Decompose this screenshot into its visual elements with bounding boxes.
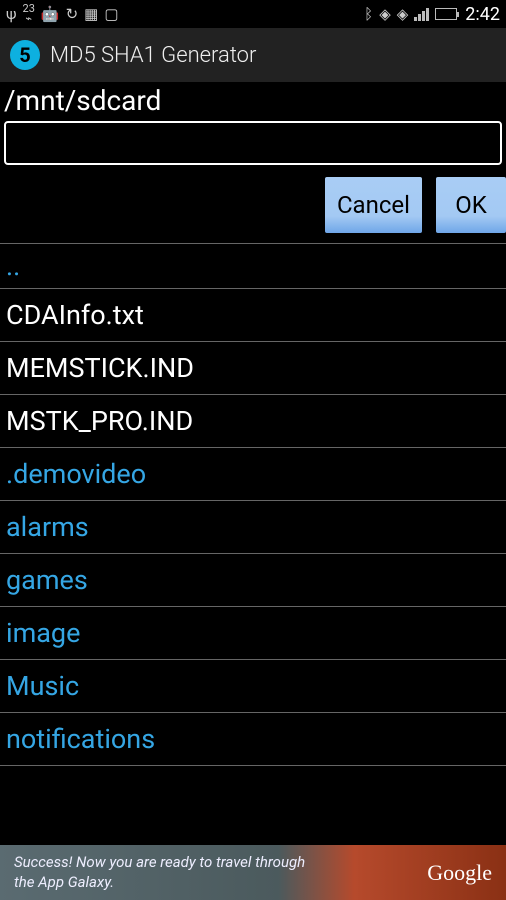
current-path: /mnt/sdcard — [0, 82, 506, 119]
dir-item[interactable]: alarms — [0, 501, 506, 554]
signal-icon — [414, 8, 429, 21]
file-item[interactable]: MEMSTICK.IND — [0, 342, 506, 395]
dir-item[interactable]: .demovideo — [0, 448, 506, 501]
cancel-button[interactable]: Cancel — [325, 177, 422, 233]
app-header: 5 MD5 SHA1 Generator — [0, 28, 506, 82]
ok-button[interactable]: OK — [436, 177, 506, 233]
bluetooth-icon: ᛒ — [364, 5, 373, 23]
file-item[interactable]: MSTK_PRO.IND — [0, 395, 506, 448]
battery-icon — [435, 8, 457, 20]
status-left: ψ 23⌁ 🤖 ↻ ▦ ▢ — [6, 4, 119, 24]
usb-icon: ψ — [6, 5, 17, 23]
ad-text: Success! Now you are ready to travel thr… — [14, 853, 314, 892]
android-icon: 🤖 — [41, 5, 60, 23]
status-bar: ψ 23⌁ 🤖 ↻ ▦ ▢ ᛒ ◈ ◈ 2:42 — [0, 0, 506, 28]
image-icon: ▢ — [104, 5, 118, 23]
wifi-icon: ◈ — [397, 5, 409, 23]
app-icon: 5 — [10, 40, 40, 70]
dir-item[interactable]: Music — [0, 660, 506, 713]
dir-item[interactable]: image — [0, 607, 506, 660]
input-row — [0, 119, 506, 167]
dir-item[interactable]: games — [0, 554, 506, 607]
button-row: Cancel OK — [0, 167, 506, 243]
dir-item[interactable]: notifications — [0, 713, 506, 766]
network-icon: ▦ — [84, 5, 98, 23]
file-item[interactable]: CDAInfo.txt — [0, 289, 506, 342]
status-right: ᛒ ◈ ◈ 2:42 — [364, 4, 500, 25]
clock: 2:42 — [463, 4, 500, 25]
ad-banner[interactable]: Success! Now you are ready to travel thr… — [0, 845, 506, 900]
ad-brand: Google — [427, 860, 492, 886]
battery-percent: 23⌁ — [23, 4, 35, 24]
filename-input[interactable] — [4, 121, 502, 165]
file-list: .. CDAInfo.txt MEMSTICK.IND MSTK_PRO.IND… — [0, 243, 506, 766]
sync-icon: ↻ — [66, 5, 79, 23]
parent-dir-item[interactable]: .. — [0, 244, 506, 289]
rotate-icon: ◈ — [379, 5, 391, 23]
app-title: MD5 SHA1 Generator — [50, 43, 256, 68]
